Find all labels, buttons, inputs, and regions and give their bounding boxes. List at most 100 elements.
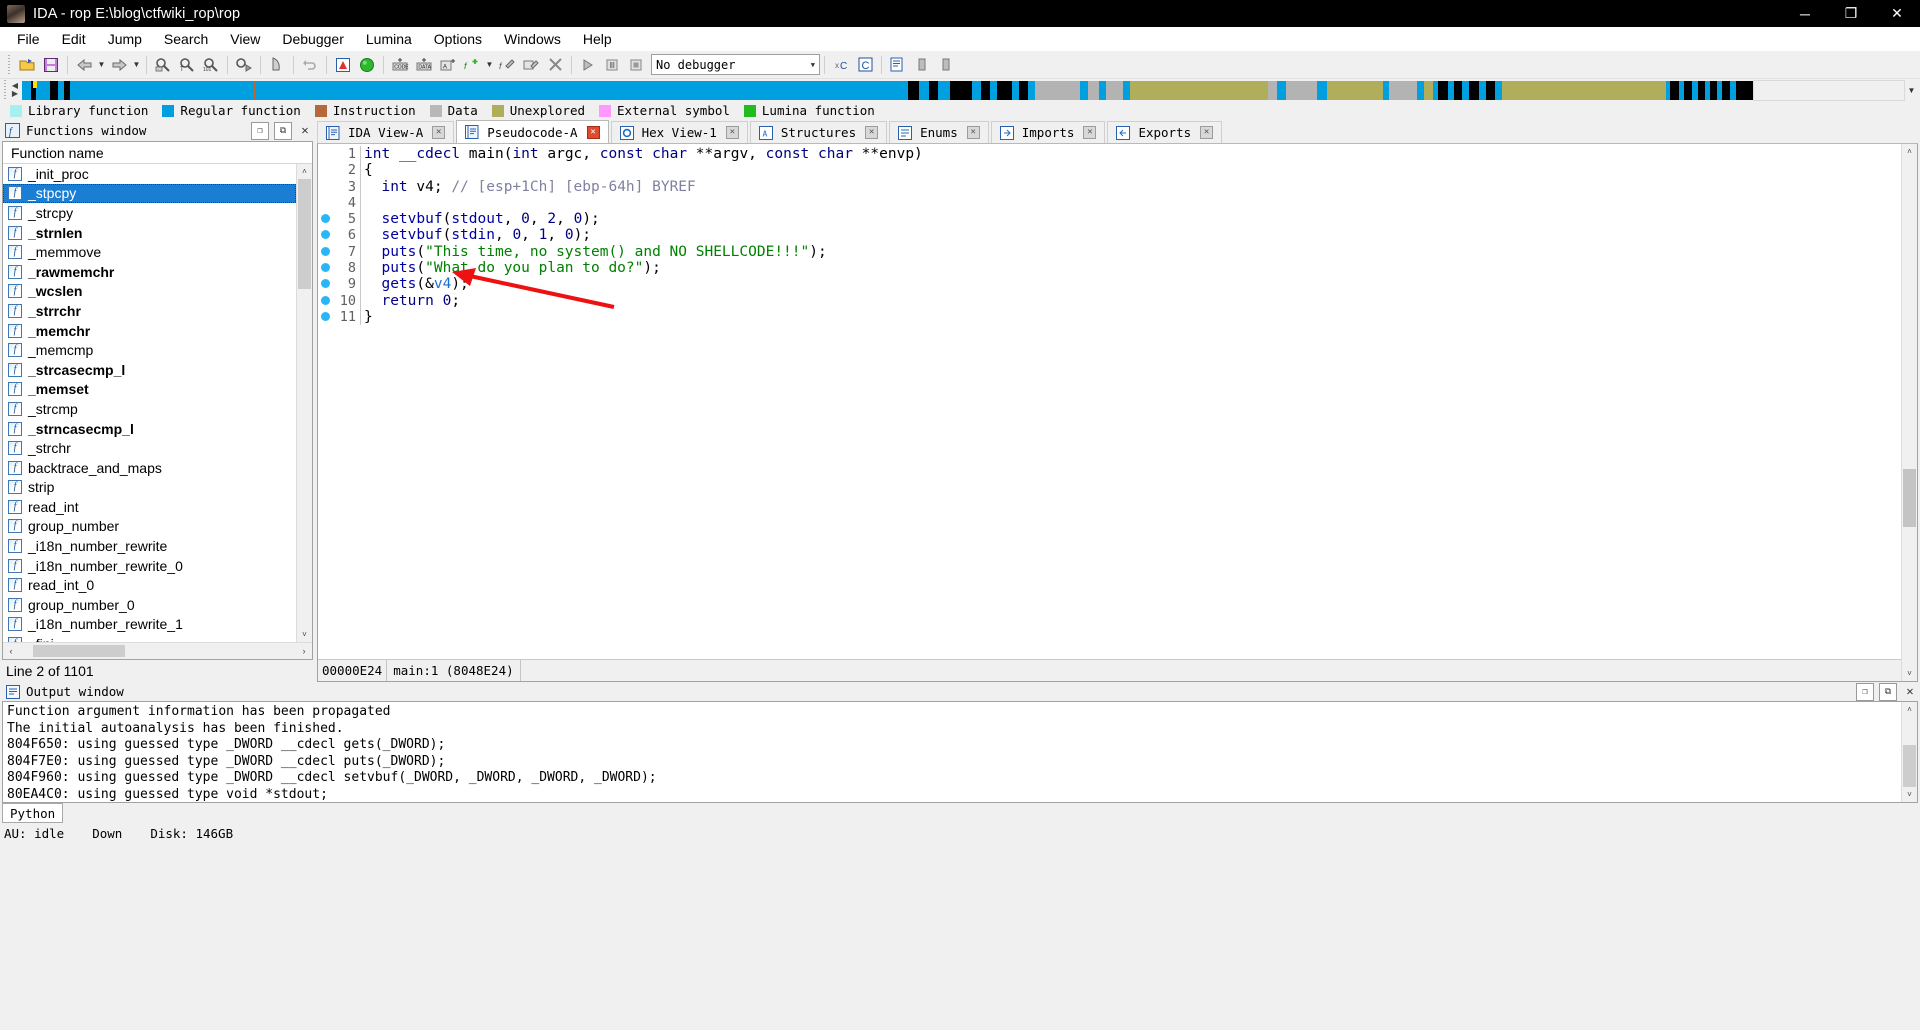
pseudocode-line[interactable]: 10 return 0; — [318, 292, 1901, 309]
navigation-band[interactable] — [22, 80, 1753, 100]
save-icon[interactable] — [40, 54, 62, 76]
pseudocode-line[interactable]: 8 puts("What do you plan to do?"); — [318, 260, 1901, 277]
restore-icon[interactable]: ❐ — [1856, 682, 1874, 701]
code-text[interactable]: return 0; — [360, 292, 460, 309]
code-text[interactable]: puts("What do you plan to do?"); — [360, 260, 661, 277]
toolbar-grip[interactable] — [7, 55, 12, 74]
debugger-select[interactable]: No debugger ▼ — [651, 54, 820, 75]
navband-right-arrow-icon[interactable]: ▶ — [12, 90, 18, 98]
breakpoint-marker-icon[interactable] — [318, 260, 332, 276]
tab-exports[interactable]: Exports ✕ — [1107, 121, 1223, 143]
float-icon[interactable]: ⧉ — [1879, 682, 1897, 701]
menu-item-view[interactable]: View — [219, 29, 271, 49]
pseudocode-line[interactable]: 4 — [318, 194, 1901, 212]
search-next-icon[interactable] — [233, 54, 255, 76]
code-text[interactable]: int __cdecl main(int argc, const char **… — [360, 146, 923, 163]
lumina-push-icon[interactable] — [911, 54, 933, 76]
function-list-item[interactable]: f _strcasecmp_l — [3, 360, 296, 380]
close-icon[interactable]: ✕ — [1902, 683, 1918, 699]
function-list-item[interactable]: f_fini — [3, 634, 296, 642]
open-file-icon[interactable] — [16, 54, 38, 76]
code-text[interactable]: gets(&v4); — [360, 276, 469, 293]
pseudocode-line[interactable]: 5 setvbuf(stdout, 0, 2, 0); — [318, 211, 1901, 228]
code-text[interactable]: setvbuf(stdin, 0, 1, 0); — [360, 227, 591, 244]
scroll-up-icon[interactable]: ˄ — [1902, 144, 1917, 159]
navband-scroll-arrows[interactable]: ◀ ▶ — [8, 80, 22, 100]
menu-item-options[interactable]: Options — [423, 29, 493, 49]
tab-close-icon[interactable]: ✕ — [966, 126, 980, 139]
function-list-item[interactable]: f _i18n_number_rewrite_1 — [3, 615, 296, 635]
function-list-item[interactable]: f _strncasecmp_l — [3, 419, 296, 439]
function-list-item[interactable]: f _init_proc — [3, 164, 296, 184]
debug-pause-icon[interactable] — [601, 54, 623, 76]
navband-caret-icon[interactable]: ▼ — [1905, 81, 1918, 100]
scroll-up-icon[interactable]: ˄ — [297, 164, 312, 179]
function-list-item[interactable]: f _strcmp — [3, 399, 296, 419]
pseudocode-text[interactable]: 1 int __cdecl main(int argc, const char *… — [318, 144, 1901, 659]
scroll-down-icon[interactable]: ˅ — [1902, 666, 1917, 681]
scrollbar-thumb[interactable] — [1903, 469, 1916, 527]
tab-imports[interactable]: Imports ✕ — [990, 121, 1106, 143]
output-log-text[interactable]: Function argument information has been p… — [3, 702, 1901, 802]
search-binary-icon[interactable] — [152, 54, 174, 76]
back-history-caret-icon[interactable]: ▼ — [96, 54, 107, 76]
maximize-button[interactable]: ❐ — [1828, 0, 1874, 27]
graph-view-icon[interactable] — [332, 54, 354, 76]
delete-function-icon[interactable] — [544, 54, 566, 76]
undo-icon[interactable] — [299, 54, 321, 76]
make-code-icon[interactable]: CODE — [389, 54, 411, 76]
function-list-item[interactable]: f _stpcpy — [3, 183, 296, 204]
search-sequence-icon[interactable]: 101 — [200, 54, 222, 76]
close-icon[interactable]: ✕ — [297, 122, 313, 138]
function-list-item[interactable]: f _i18n_number_rewrite_0 — [3, 556, 296, 576]
function-list-item[interactable]: f _memmove — [3, 242, 296, 262]
menu-item-search[interactable]: Search — [153, 29, 219, 49]
function-list-item[interactable]: f _wcslen — [3, 282, 296, 302]
function-list-item[interactable]: f _strrchr — [3, 301, 296, 321]
tab-close-icon[interactable]: ✕ — [725, 126, 739, 139]
tab-ida-view-a[interactable]: IDA View-A ✕ — [317, 121, 455, 143]
forward-arrow-icon[interactable] — [108, 54, 130, 76]
debug-stop-icon[interactable] — [625, 54, 647, 76]
tab-structures[interactable]: A Structures ✕ — [749, 121, 888, 143]
make-function-icon[interactable]: f — [461, 54, 483, 76]
tab-close-icon[interactable]: ✕ — [432, 126, 446, 139]
run-green-icon[interactable] — [356, 54, 378, 76]
menu-item-lumina[interactable]: Lumina — [355, 29, 423, 49]
pseudocode-line[interactable]: 3 int v4; // [esp+1Ch] [ebp-64h] BYREF — [318, 178, 1901, 195]
scrollbar-track[interactable] — [1902, 159, 1917, 666]
function-list-item[interactable]: f group_number_0 — [3, 595, 296, 615]
scrollbar-thumb[interactable] — [1903, 745, 1916, 787]
navband-overview-area[interactable] — [1753, 79, 1905, 101]
decompile-all-icon[interactable]: C — [854, 54, 876, 76]
scroll-right-icon[interactable]: › — [296, 646, 312, 656]
tab-python-console[interactable]: Python — [2, 803, 64, 823]
breakpoint-marker-icon[interactable] — [318, 244, 332, 260]
scroll-down-icon[interactable]: ˅ — [297, 627, 312, 642]
tab-close-icon[interactable]: ✕ — [1083, 126, 1097, 139]
make-function-caret-icon[interactable]: ▼ — [484, 54, 495, 76]
menu-item-debugger[interactable]: Debugger — [271, 29, 355, 49]
function-list-item[interactable]: f _memchr — [3, 321, 296, 341]
function-list-item[interactable]: f _strchr — [3, 438, 296, 458]
function-list-item[interactable]: f _memcmp — [3, 340, 296, 360]
function-list-item[interactable]: f _strcpy — [3, 203, 296, 223]
functions-rows[interactable]: f _init_proc f _stpcpy f _strcpy f _strnlen f _me… — [3, 164, 296, 642]
pseudocode-vertical-scrollbar[interactable]: ˄ ˅ — [1901, 144, 1917, 681]
tab-close-icon[interactable]: ✕ — [586, 125, 600, 139]
scroll-down-icon[interactable]: ˅ — [1902, 787, 1917, 802]
edit-function-icon[interactable]: f — [496, 54, 518, 76]
code-text[interactable] — [360, 194, 373, 212]
function-list-item[interactable]: f group_number — [3, 517, 296, 537]
functions-column-header[interactable]: Function name — [3, 142, 312, 164]
pseudocode-line[interactable]: 9 gets(&v4); — [318, 276, 1901, 293]
output-vertical-scrollbar[interactable]: ˄ ˅ — [1901, 702, 1917, 802]
rename-icon[interactable] — [520, 54, 542, 76]
function-list-item[interactable]: f read_int_0 — [3, 575, 296, 595]
menu-item-jump[interactable]: Jump — [97, 29, 153, 49]
tab-close-icon[interactable]: ✕ — [865, 126, 879, 139]
forward-history-caret-icon[interactable]: ▼ — [131, 54, 142, 76]
menu-item-help[interactable]: Help — [572, 29, 623, 49]
breakpoint-marker-icon[interactable] — [318, 276, 332, 292]
scrollbar-thumb[interactable] — [298, 179, 311, 289]
